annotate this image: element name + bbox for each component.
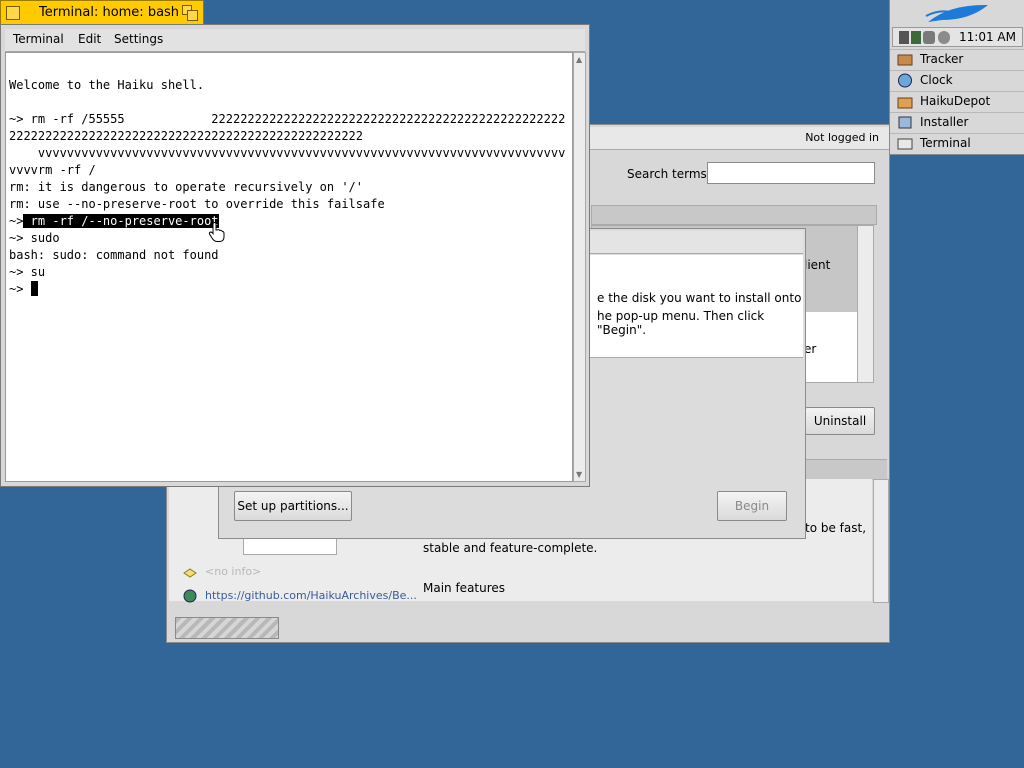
installer-message-panel: e the disk you want to install onto he p… — [589, 255, 803, 358]
terminal-output[interactable]: Welcome to the Haiku shell. ~> rm -rf /5… — [5, 52, 573, 482]
clock-readout[interactable]: 11:01 AM — [959, 30, 1016, 44]
terminal-line: Welcome to the Haiku shell. — [9, 78, 205, 92]
installer-icon — [897, 115, 913, 130]
begin-button[interactable]: Begin — [717, 491, 787, 521]
description-heading: Main features — [423, 581, 506, 595]
prompt: ~> — [9, 214, 24, 228]
search-input[interactable] — [707, 162, 875, 184]
haiku-leaf-icon[interactable] — [890, 0, 1024, 27]
no-info-text: <no info> — [205, 565, 262, 578]
menu-terminal[interactable]: Terminal — [13, 32, 64, 46]
terminal-line: rm: it is dangerous to operate recursive… — [9, 180, 364, 194]
terminal-line: ~> sudo — [9, 231, 60, 245]
deskbar-item-haikudepot[interactable]: HaikuDepot — [890, 91, 1024, 111]
package-list-header — [591, 205, 877, 225]
scroll-up-icon[interactable]: ▲ — [576, 55, 582, 64]
deskbar-item-tracker[interactable]: Tracker — [890, 49, 1024, 69]
deskbar-item-installer[interactable]: Installer — [890, 112, 1024, 132]
deskbar-item-clock[interactable]: Clock — [890, 70, 1024, 90]
text-cursor — [30, 281, 38, 296]
login-status: Not logged in — [805, 131, 879, 144]
mount-icon[interactable] — [938, 31, 950, 44]
installer-titlebar — [589, 231, 803, 254]
info-scrollbar[interactable] — [873, 479, 889, 603]
cpu-monitor-icon[interactable] — [899, 31, 909, 44]
package-row-text: lient — [804, 258, 831, 272]
depot-menubar: Not logged in — [587, 127, 889, 150]
description-line: to be fast, — [805, 521, 867, 535]
terminal-scrollbar[interactable]: ▲ ▼ — [573, 52, 586, 482]
terminal-line: vvvvvvvvvvvvvvvvvvvvvvvvvvvvvvvvvvvvvvvv… — [9, 146, 566, 160]
terminal-line: 2222222222222222222222222222222222222222… — [9, 129, 364, 143]
description-line: stable and feature-complete. — [423, 541, 598, 555]
hand-pointer-icon — [208, 221, 226, 243]
system-tray: 11:01 AM — [892, 27, 1023, 47]
menu-settings[interactable]: Settings — [114, 32, 163, 46]
terminal-line: bash: sudo: command not found — [9, 248, 219, 262]
close-icon[interactable] — [6, 6, 20, 20]
package-screenshot[interactable] — [243, 537, 337, 555]
progress-bar — [175, 617, 279, 639]
prompt: ~> — [9, 282, 31, 296]
deskbar-item-label: Clock — [920, 73, 953, 87]
installer-message: he pop-up menu. Then click "Begin". — [597, 309, 765, 337]
terminal-line: rm: use --no-preserve-root to override t… — [9, 197, 385, 211]
set-up-partitions-button[interactable]: Set up partitions... — [234, 491, 352, 521]
menu-edit[interactable]: Edit — [78, 32, 101, 46]
uninstall-button[interactable]: Uninstall — [805, 407, 875, 435]
deskbar-item-label: Tracker — [920, 52, 964, 66]
package-list-scrollbar[interactable] — [857, 225, 874, 383]
search-label: Search terms: — [627, 167, 711, 181]
deskbar-item-label: Installer — [920, 115, 969, 129]
terminal-line: ~> rm -rf /55555 22222222222222222222222… — [9, 112, 566, 126]
selected-text: rm -rf /--no-preserve-root — [23, 214, 219, 228]
terminal-menubar: Terminal Edit Settings — [5, 29, 585, 52]
installer-message: e the disk you want to install onto — [597, 291, 802, 305]
terminal-prompt-line: ~> — [9, 281, 38, 298]
clock-icon — [897, 73, 913, 88]
window-title: Terminal: home: bash — [39, 5, 180, 20]
no-info-icon — [183, 567, 197, 578]
terminal-icon — [897, 136, 913, 151]
zoom-icon[interactable] — [182, 5, 198, 21]
homepage-link[interactable]: https://github.com/HaikuArchives/Be... — [205, 589, 417, 602]
tracker-icon — [897, 52, 913, 67]
deskbar-item-label: HaikuDepot — [920, 94, 991, 108]
haikudepot-icon — [897, 94, 913, 109]
deskbar: 11:01 AM Tracker Clock HaikuDepot Instal… — [889, 0, 1024, 155]
terminal-title-tab[interactable]: Terminal: home: bash — [0, 0, 204, 25]
deskbar-item-label: Terminal — [920, 136, 971, 150]
network-icon[interactable] — [911, 31, 921, 44]
deskbar-item-terminal[interactable]: Terminal — [890, 133, 1024, 153]
terminal-window: Terminal Edit Settings Welcome to the Ha… — [0, 24, 590, 487]
terminal-line: ~> su — [9, 265, 46, 279]
globe-icon — [183, 589, 197, 603]
terminal-line: vvvvrm -rf / — [9, 163, 96, 177]
scroll-down-icon[interactable]: ▼ — [576, 470, 582, 479]
terminal-selected-line: ~> rm -rf /--no-preserve-root — [9, 213, 219, 230]
volume-icon[interactable] — [923, 31, 935, 44]
